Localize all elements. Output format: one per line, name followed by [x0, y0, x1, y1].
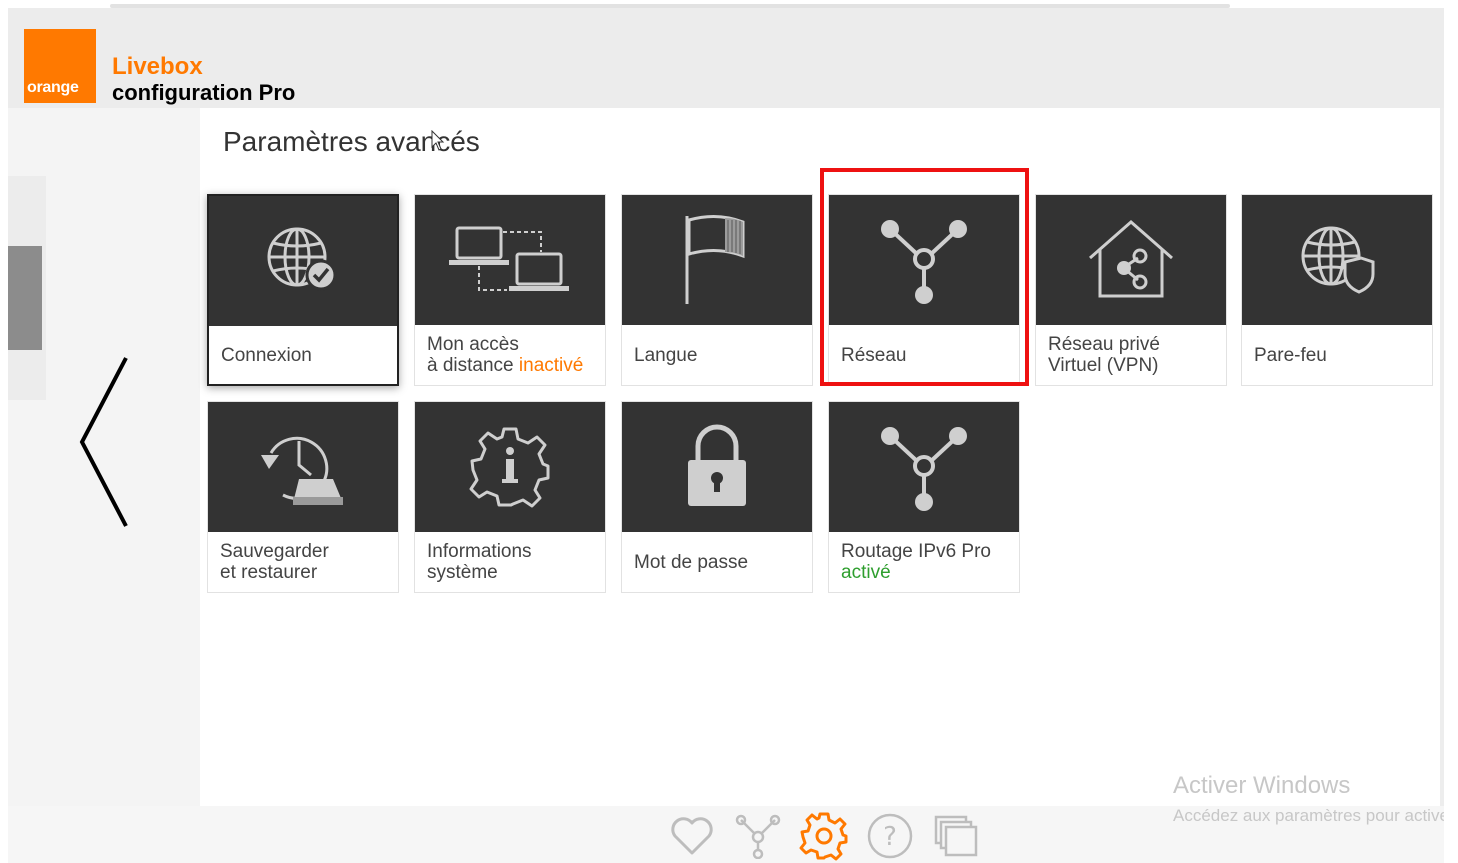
right-panel: [1440, 108, 1444, 806]
tile-label-line1: Informations: [427, 541, 532, 562]
tile-label-line1: Pare-feu: [1254, 344, 1327, 366]
windows-watermark-title: Activer Windows: [1173, 772, 1351, 799]
tile-label: Informations système: [427, 532, 597, 592]
tile-label-line1: Connexion: [221, 344, 312, 366]
tile-label-line1: Mot de passe: [634, 551, 749, 573]
info-gear-icon: [469, 427, 550, 508]
network-icon: [881, 220, 967, 304]
tile-connexion[interactable]: Connexion: [207, 194, 399, 386]
help-button[interactable]: ?: [864, 811, 916, 861]
remote-computers-icon: [449, 226, 569, 291]
tile-icon-area: [208, 402, 398, 532]
tile-label: Mon accès à distance inactivé: [427, 325, 597, 385]
tile-label-line1: Réseau: [841, 344, 907, 366]
tile-reseau[interactable]: Réseau: [828, 194, 1020, 386]
tile-icon-area: [829, 402, 1019, 532]
brand-title: Livebox: [112, 53, 203, 80]
status-active: activé: [841, 562, 891, 583]
tile-label-line1: Routage IPv6 Pro: [841, 541, 991, 562]
help-icon: ?: [867, 813, 913, 859]
svg-text:?: ?: [883, 822, 897, 852]
tile-label: Pare-feu: [1254, 325, 1424, 385]
bottom-toolbar: ?: [666, 810, 982, 862]
windows-icon: [934, 815, 978, 857]
padlock-icon: [688, 424, 746, 506]
network-icon: [881, 427, 967, 511]
tile-label: Connexion: [221, 326, 389, 384]
tile-icon-area: [622, 402, 812, 532]
brand-subtitle: configuration Pro: [112, 80, 296, 105]
network-button[interactable]: [732, 811, 784, 861]
tile-label-line1: Langue: [634, 344, 698, 366]
favorites-button[interactable]: [666, 811, 718, 861]
flag-icon: [685, 215, 745, 304]
orange-logo: orange: [24, 29, 96, 103]
network-icon: [735, 814, 781, 859]
vpn-house-icon: [1089, 220, 1173, 298]
header-top-line: [110, 4, 1230, 8]
tile-informations[interactable]: Informations système: [414, 401, 606, 593]
tile-pare-feu[interactable]: Pare-feu: [1241, 194, 1433, 386]
tile-icon-area: [209, 196, 397, 326]
backup-restore-icon: [261, 436, 343, 505]
windows-watermark-text: Accédez aux paramètres pour activer Wind…: [1173, 806, 1444, 825]
tile-routage-ipv6[interactable]: Routage IPv6 Pro activé: [828, 401, 1020, 593]
tile-remote-access[interactable]: Mon accès à distance inactivé: [414, 194, 606, 386]
settings-button[interactable]: [798, 811, 850, 861]
heart-icon: [671, 817, 713, 855]
tile-icon-area: [622, 195, 812, 325]
tile-label: Mot de passe: [634, 532, 804, 592]
logo-text: orange: [27, 79, 79, 96]
tile-icon-area: [1242, 195, 1432, 325]
tile-label: Routage IPv6 Pro activé: [841, 532, 1011, 592]
tile-label: Réseau privé Virtuel (VPN): [1048, 325, 1218, 385]
status-inactive: inactivé: [518, 355, 584, 376]
tile-icon-area: [1036, 195, 1226, 325]
globe-shield-icon: [1301, 226, 1375, 294]
mouse-cursor-icon: [431, 129, 445, 157]
tile-icon-area: [415, 402, 605, 532]
tile-icon-area: [415, 195, 605, 325]
windows-button[interactable]: [930, 811, 982, 861]
tile-mot-de-passe[interactable]: Mot de passe: [621, 401, 813, 593]
tile-label: Langue: [634, 325, 804, 385]
tile-label-line2: à distance inactivé: [427, 355, 584, 376]
tile-label-line1: Mon accès: [427, 334, 519, 355]
back-arrow-icon[interactable]: [72, 352, 136, 532]
globe-check-icon: [267, 227, 337, 291]
tile-label-line1: Sauvegarder: [220, 541, 329, 562]
tile-label-line1: Réseau privé: [1048, 334, 1160, 355]
tile-sauvegarder[interactable]: Sauvegarder et restaurer: [207, 401, 399, 593]
gear-icon: [799, 812, 848, 861]
side-tab-handle[interactable]: [8, 246, 42, 350]
tile-label: Sauvegarder et restaurer: [220, 532, 390, 592]
tile-langue[interactable]: Langue: [621, 194, 813, 386]
tile-label-line2: système: [427, 562, 498, 583]
tile-label-line2: et restaurer: [220, 562, 318, 583]
tile-icon-area: [829, 195, 1019, 325]
tile-label: Réseau: [841, 325, 1011, 385]
tile-label-line2: Virtuel (VPN): [1048, 355, 1159, 376]
tile-vpn[interactable]: Réseau privé Virtuel (VPN): [1035, 194, 1227, 386]
